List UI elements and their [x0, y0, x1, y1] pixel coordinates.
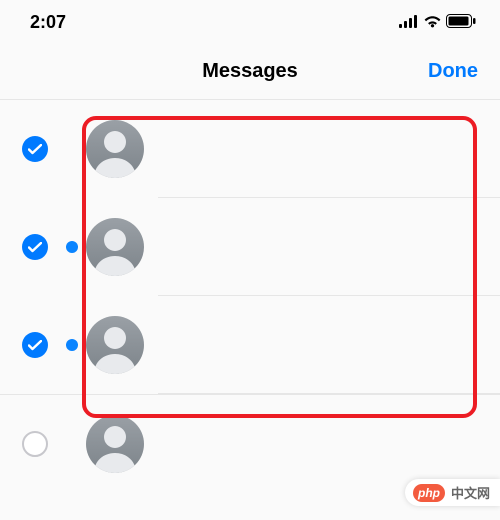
avatar: [86, 316, 144, 374]
wifi-icon: [423, 12, 442, 33]
page-title: Messages: [0, 60, 500, 83]
message-row[interactable]: [0, 100, 500, 198]
watermark: php 中文网: [405, 479, 500, 506]
cellular-icon: [399, 12, 419, 33]
message-row[interactable]: [0, 296, 500, 394]
nav-bar: Messages Done: [0, 44, 500, 100]
message-list: [0, 100, 500, 492]
status-indicators: [399, 12, 476, 33]
checkmark-icon: [28, 340, 42, 351]
person-icon: [86, 316, 144, 374]
watermark-logo: php: [413, 484, 445, 502]
person-icon: [86, 120, 144, 178]
message-preview: [158, 395, 500, 492]
checkmark-icon: [28, 242, 42, 253]
select-checkbox[interactable]: [22, 136, 48, 162]
message-preview: [158, 198, 500, 296]
message-row[interactable]: [0, 198, 500, 296]
select-checkbox[interactable]: [22, 431, 48, 457]
checkmark-icon: [28, 144, 42, 155]
battery-icon: [446, 12, 476, 33]
message-preview: [158, 296, 500, 394]
unread-dot: [66, 339, 78, 351]
avatar: [86, 120, 144, 178]
status-time: 2:07: [30, 12, 66, 33]
select-checkbox[interactable]: [22, 332, 48, 358]
unread-dot: [66, 241, 78, 253]
message-row[interactable]: [0, 394, 500, 492]
watermark-label: 中文网: [451, 483, 490, 502]
done-button[interactable]: Done: [428, 60, 478, 83]
select-checkbox[interactable]: [22, 234, 48, 260]
avatar: [86, 415, 144, 473]
person-icon: [86, 218, 144, 276]
avatar: [86, 218, 144, 276]
person-icon: [86, 415, 144, 473]
message-preview: [158, 100, 500, 198]
status-bar: 2:07: [0, 0, 500, 44]
